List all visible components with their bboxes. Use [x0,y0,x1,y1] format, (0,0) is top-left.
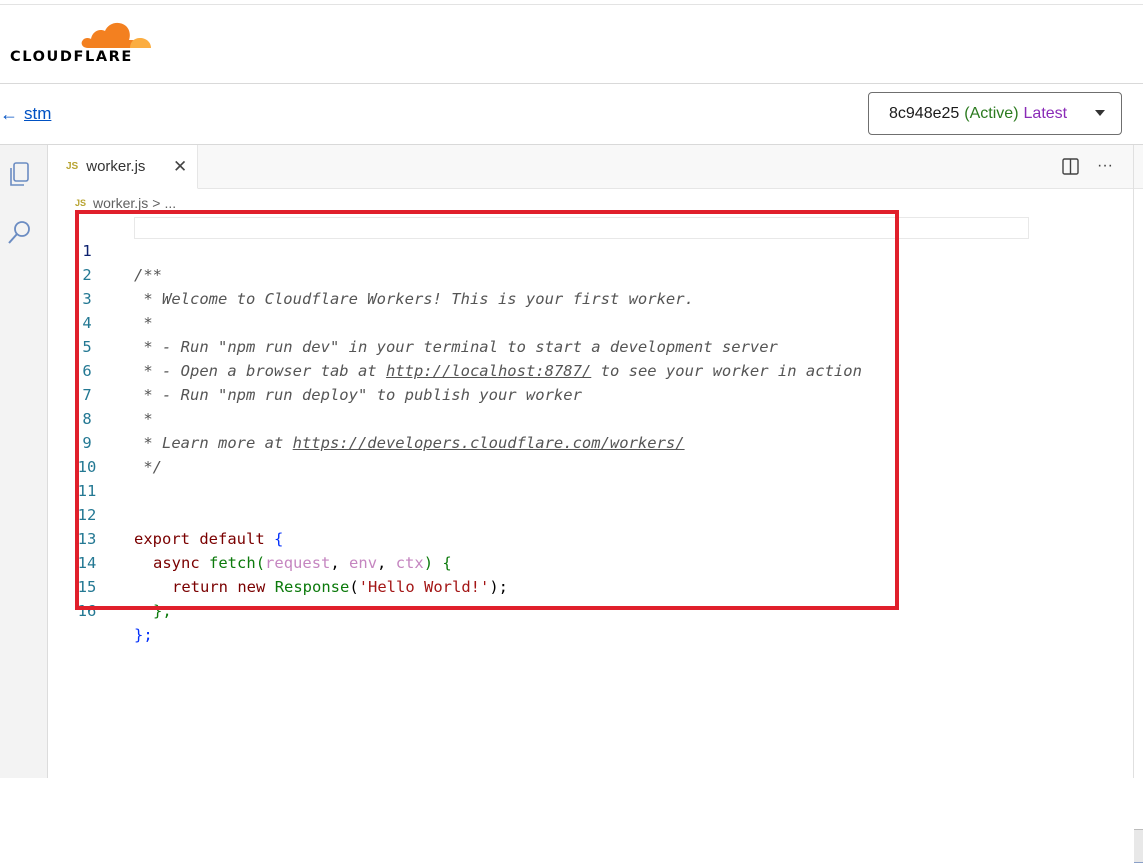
arrow-left-icon: ← [0,104,18,124]
tab-worker-js[interactable]: JS worker.js ✕ [49,145,198,189]
activity-bar [0,145,48,778]
close-icon[interactable]: ✕ [173,157,187,177]
tab-bar: JS worker.js ✕ ··· [49,145,1143,189]
brand-name: CLOUDFLARE [10,49,133,65]
back-label: stm [24,104,52,123]
cloudflare-logo[interactable]: CLOUDFLARE [10,18,151,68]
js-file-icon: JS [66,161,79,172]
highlight-annotation [75,210,899,610]
search-icon[interactable] [5,217,35,247]
back-link[interactable]: ← stm [0,104,51,124]
tab-label: worker.js [86,158,146,175]
tab-divider [198,188,1143,189]
files-icon[interactable] [5,159,35,189]
js-file-icon: JS [75,198,87,208]
header: CLOUDFLARE [0,0,1143,84]
editor-right-edge [1133,145,1143,778]
cloud-logo-icon [81,22,151,48]
version-tag: Latest [1023,104,1068,122]
tab-actions: ··· [1062,157,1113,175]
breadcrumb-separator: > [152,195,161,211]
code-text: }; [134,626,153,644]
version-status: (Active) [964,104,1019,122]
breadcrumb-file[interactable]: worker.js [93,195,148,211]
breadcrumb-rest[interactable]: ... [164,195,176,211]
version-id: 8c948e25 [889,104,960,122]
more-actions-icon[interactable]: ··· [1097,157,1113,175]
version-dropdown[interactable]: 8c948e25 (Active) Latest [868,92,1122,135]
caret-down-icon [1095,110,1105,116]
split-editor-icon[interactable] [1062,157,1079,175]
scrollbar[interactable] [1134,829,1143,863]
breadcrumb: JS worker.js > ... [75,195,176,211]
